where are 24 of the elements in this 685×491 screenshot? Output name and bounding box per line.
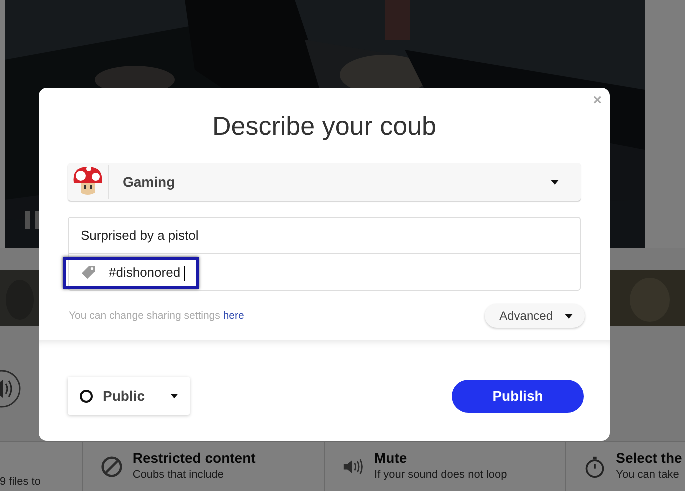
stopwatch-icon (584, 456, 606, 478)
pause-icon[interactable] (25, 211, 41, 229)
feature-description: If your sound does not loop (374, 469, 508, 481)
advanced-button[interactable]: Advanced (484, 304, 585, 328)
feature-description: 9 files to (0, 476, 41, 488)
privacy-select[interactable]: Public (68, 377, 190, 415)
here-link[interactable]: here (223, 310, 244, 322)
feature-description: Coubs that include (132, 469, 225, 481)
category-select[interactable]: Gaming (68, 163, 581, 201)
prohibited-icon (100, 456, 123, 478)
publish-button[interactable]: Publish (452, 380, 584, 412)
title-field[interactable]: Surprised by a pistol (68, 217, 581, 254)
tag-icon (81, 265, 96, 280)
caret-icon (171, 394, 178, 398)
feature-title: Restricted content (132, 450, 256, 466)
feature-description: You can take (616, 469, 680, 481)
feature-title: Mute (374, 450, 408, 466)
dialog-title: Describe your coub (212, 110, 438, 143)
tags-field[interactable]: #dishonored (68, 254, 581, 291)
caret-icon (565, 314, 573, 318)
feature-title: Select the (616, 450, 682, 466)
sharing-note: You can change sharing settings here (69, 310, 244, 322)
caret-icon (551, 180, 559, 184)
mushroom-icon (71, 165, 109, 199)
